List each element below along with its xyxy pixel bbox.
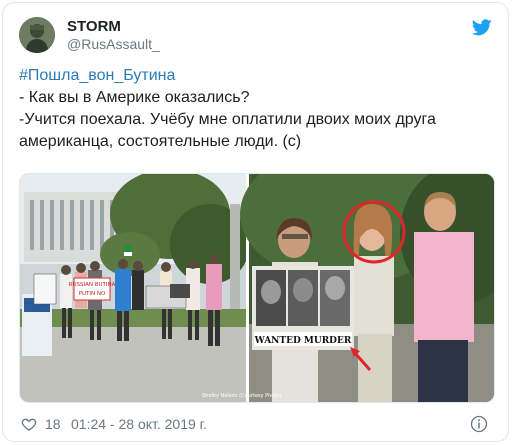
- twitter-bird-icon[interactable]: [472, 19, 492, 36]
- tweet-header: STORM @RusAssault_: [19, 17, 492, 61]
- tweet-line-3: американца, состоятельные люди. (с): [19, 133, 302, 150]
- tweet-media[interactable]: RUSSIAN BUTINA PUTIN NO WANTED MURDER Sh…: [19, 173, 495, 403]
- author-screen-name[interactable]: @RusAssault_: [67, 36, 160, 52]
- tweet-card[interactable]: STORM @RusAssault_ #Пошла_вон_Бутина - К…: [2, 2, 509, 442]
- sign-text-1: RUSSIAN BUTINA: [69, 282, 116, 288]
- author-display-name[interactable]: STORM: [67, 18, 121, 35]
- heart-icon[interactable]: [21, 416, 37, 432]
- tweet-text: #Пошла_вон_Бутина - Как вы в Америке ока…: [19, 65, 489, 153]
- tweet-line-2: -Учится поехала. Учёбу мне оплатили двои…: [19, 111, 436, 128]
- protest-closeup-photo[interactable]: WANTED MURDER: [240, 174, 495, 403]
- info-icon[interactable]: [470, 415, 488, 433]
- tweet-footer: 18 01:24 - 28 окт. 2019 г.: [19, 415, 492, 435]
- poster-text: WANTED MURDER: [254, 336, 352, 346]
- hashtag-link[interactable]: #Пошла_вон_Бутина: [19, 65, 489, 87]
- protest-photo[interactable]: RUSSIAN BUTINA PUTIN NO: [20, 174, 250, 403]
- avatar[interactable]: [19, 17, 55, 53]
- tweet-timestamp[interactable]: 01:24 - 28 окт. 2019 г.: [71, 416, 207, 432]
- sign-text-2: PUTIN NO: [79, 291, 106, 297]
- photo-credit: Shelby Nelson (Courtesy Photo): [202, 393, 282, 399]
- tweet-line-1: - Как вы в Америке оказались?: [19, 89, 250, 106]
- like-count[interactable]: 18: [45, 416, 61, 432]
